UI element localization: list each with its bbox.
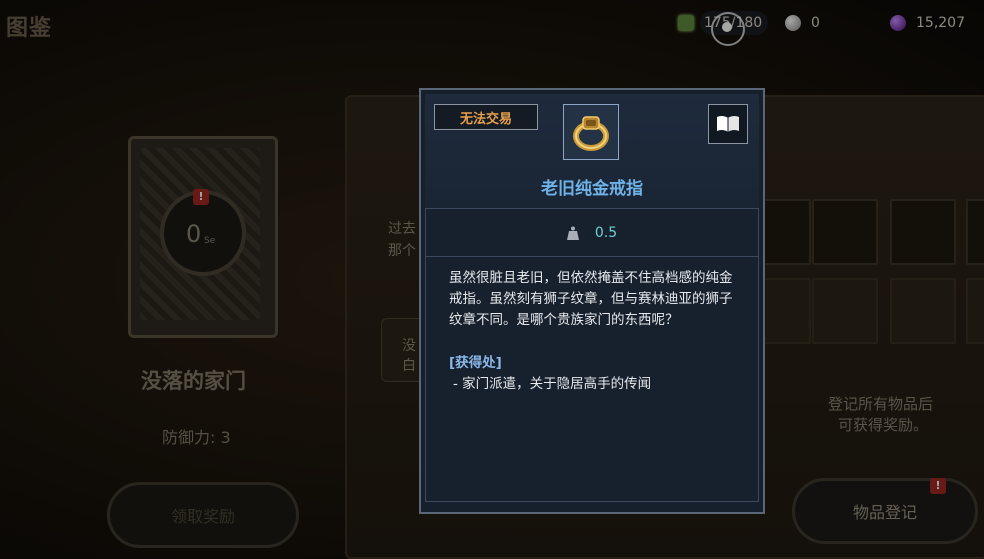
gold-ring-icon — [573, 116, 609, 151]
divider — [425, 256, 759, 257]
acquisition-title: [获得处] — [449, 355, 502, 371]
trade-status-label: 无法交易 — [459, 111, 512, 127]
open-book-icon — [717, 116, 739, 132]
codex-button[interactable] — [708, 104, 748, 144]
acquisition-source: - 家门派遣，关于隐居高手的传闻 — [453, 376, 652, 392]
weight-icon — [566, 226, 579, 240]
item-weight: 0.5 — [425, 222, 759, 244]
item-weight-value: 0.5 — [594, 225, 618, 241]
item-description: 虽然很脏且老旧，但依然掩盖不住高档感的纯金戒指。虽然刻有狮子纹章，但与赛林迪亚的… — [449, 270, 733, 328]
item-name: 老旧纯金戒指 — [541, 179, 643, 199]
trade-status-badge: 无法交易 — [434, 104, 538, 130]
